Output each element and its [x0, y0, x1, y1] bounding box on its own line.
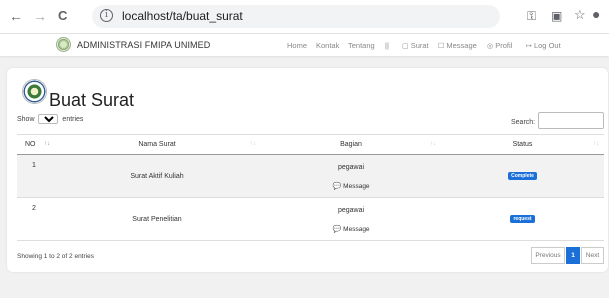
- sort-icon: ↑↓: [430, 141, 436, 147]
- chat-icon: 💬: [332, 226, 342, 233]
- chat-icon: ☐: [438, 43, 445, 50]
- header-nama-label: Nama Surat: [138, 141, 176, 148]
- table-row: 1 Surat Aktif Kuliah pegawai 💬 Message Co…: [17, 154, 604, 198]
- key-icon[interactable]: ⚿: [527, 9, 536, 24]
- row-no: 2: [17, 197, 53, 241]
- table-header-row: NO ↑↓ Nama Surat ↑↓ Bagian ↑↓ Status ↑↓: [17, 134, 604, 155]
- logout-icon: ↦: [526, 43, 532, 50]
- nav-separator: ||: [385, 41, 389, 50]
- message-label: Message: [343, 183, 370, 190]
- message-label: Message: [343, 226, 370, 233]
- message-link[interactable]: 💬 Message: [261, 225, 441, 233]
- message-link[interactable]: 💬 Message: [261, 182, 441, 190]
- row-bagian: pegawai 💬 Message: [261, 197, 441, 241]
- next-button[interactable]: Next: [581, 247, 604, 264]
- user-icon: ◎: [487, 43, 494, 50]
- forward-icon[interactable]: →: [33, 8, 47, 24]
- back-icon[interactable]: ←: [9, 8, 23, 24]
- translate-icon[interactable]: ▣: [551, 9, 562, 23]
- sort-asc-icon: ↑↓: [44, 141, 50, 147]
- header-no[interactable]: NO ↑↓: [17, 134, 53, 155]
- nav-kontak[interactable]: Kontak: [316, 41, 339, 50]
- surat-table: NO ↑↓ Nama Surat ↑↓ Bagian ↑↓ Status ↑↓ 1 Su…: [17, 134, 604, 241]
- nav-logout[interactable]: ↦ Log Out: [526, 41, 561, 50]
- entries-label: entries: [62, 115, 84, 123]
- app-navbar: ADMINISTRASI FMIPA UNIMED Home Kontak Te…: [0, 34, 609, 56]
- page-length-select[interactable]: 10: [38, 114, 59, 124]
- nav-message-label: Message: [446, 41, 477, 50]
- page-title: Buat Surat: [49, 90, 135, 110]
- show-label: Show: [17, 115, 35, 123]
- nav-profil[interactable]: ◎ Profil: [487, 41, 512, 50]
- row-no: 1: [17, 154, 53, 198]
- bagian-value: pegawai: [337, 207, 365, 214]
- sort-icon: ↑↓: [593, 141, 599, 147]
- row-status: request: [441, 197, 604, 241]
- nav-profil-label: Profil: [495, 41, 513, 50]
- table-info: Showing 1 to 2 of 2 entries: [17, 253, 94, 260]
- row-bagian: pegawai 💬 Message: [261, 154, 441, 198]
- reload-icon[interactable]: C: [58, 8, 67, 24]
- url-text[interactable]: localhost/ta/buat_surat: [122, 9, 243, 23]
- browser-toolbar: ← → C i localhost/ta/buat_surat ⚿ ▣ ☆ ●: [0, 0, 609, 34]
- bagian-value: pegawai: [337, 164, 365, 171]
- page-button-1[interactable]: 1: [566, 247, 580, 264]
- header-status-label: Status: [512, 141, 533, 148]
- sort-icon: ↑↓: [250, 141, 256, 147]
- star-icon[interactable]: ☆: [574, 7, 586, 23]
- nav-surat[interactable]: ▢ Surat: [402, 41, 429, 50]
- search-label: Search:: [511, 119, 536, 126]
- brand-logo: [56, 37, 71, 52]
- site-info-icon[interactable]: i: [100, 9, 113, 22]
- account-icon[interactable]: ●: [592, 6, 600, 22]
- university-seal: [22, 79, 47, 104]
- nav-home[interactable]: Home: [287, 41, 307, 50]
- header-no-label: NO: [25, 141, 36, 148]
- row-nama-surat: Surat Penelitian: [53, 197, 261, 241]
- row-nama-surat: Surat Aktif Kuliah: [53, 154, 261, 198]
- address-bar[interactable]: i localhost/ta/buat_surat: [92, 5, 500, 28]
- header-status[interactable]: Status ↑↓: [441, 134, 604, 155]
- brand-name[interactable]: ADMINISTRASI FMIPA UNIMED: [77, 40, 210, 50]
- status-badge: Complete: [508, 172, 537, 180]
- table-row: 2 Surat Penelitian pegawai 💬 Message requ…: [17, 197, 604, 241]
- nav-surat-label: Surat: [410, 41, 429, 50]
- header-nama-surat[interactable]: Nama Surat ↑↓: [53, 134, 261, 155]
- nav-tentang[interactable]: Tentang: [348, 41, 375, 50]
- document-icon: ▢: [402, 43, 409, 50]
- page-length-control: Show 10 entries: [17, 114, 83, 124]
- nav-logout-label: Log Out: [533, 41, 561, 50]
- chat-icon: 💬: [332, 183, 342, 190]
- header-bagian-label: Bagian: [340, 141, 362, 148]
- search-input[interactable]: [538, 112, 604, 129]
- row-status: Complete: [441, 154, 604, 198]
- nav-message[interactable]: ☐ Message: [438, 41, 477, 50]
- header-bagian[interactable]: Bagian ↑↓: [261, 134, 441, 155]
- status-badge: request: [510, 215, 535, 223]
- previous-button[interactable]: Previous: [531, 247, 565, 264]
